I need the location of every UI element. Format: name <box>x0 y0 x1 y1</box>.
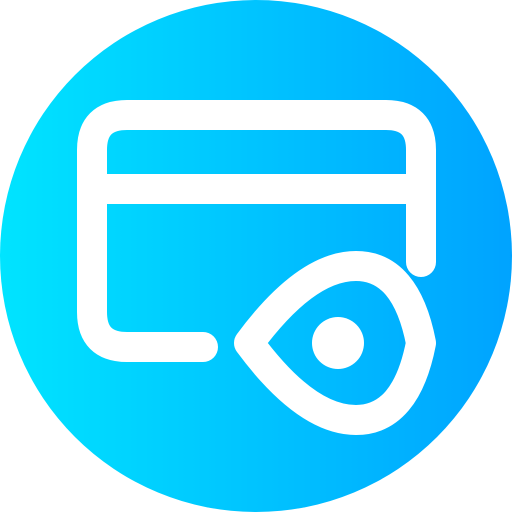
card-view-icon <box>0 0 512 512</box>
eye-pupil <box>312 317 364 369</box>
icon-canvas <box>0 0 512 512</box>
